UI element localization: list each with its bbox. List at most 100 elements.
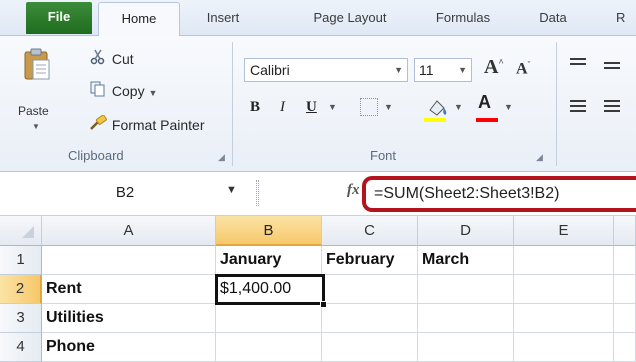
align-left-icon[interactable] xyxy=(570,100,586,115)
column-header-e[interactable]: E xyxy=(514,216,614,246)
formula-bar: B2 ▼ fx =SUM(Sheet2:Sheet3!B2) xyxy=(0,172,636,216)
chevron-down-icon[interactable]: ▼ xyxy=(454,94,463,120)
italic-button[interactable]: I xyxy=(280,94,285,120)
paste-button[interactable]: Paste ▼ xyxy=(14,44,60,136)
tab-data[interactable]: Data xyxy=(533,2,573,36)
formula-bar-splitter[interactable] xyxy=(256,180,259,206)
grow-font-glyph: A xyxy=(484,56,499,78)
tab-page-layout[interactable]: Page Layout xyxy=(300,2,400,36)
bold-button[interactable]: B xyxy=(250,94,260,120)
cut-button[interactable]: Cut xyxy=(88,48,134,70)
font-size-value: 11 xyxy=(419,62,434,78)
chevron-down-icon: ▼ xyxy=(458,65,467,75)
group-divider xyxy=(232,42,233,166)
cell-b3[interactable] xyxy=(216,304,322,333)
shrink-font-glyph: A xyxy=(516,60,528,78)
column-header-c[interactable]: C xyxy=(322,216,418,246)
cell-f2[interactable] xyxy=(614,275,636,304)
copy-label: Copy xyxy=(111,83,145,99)
column-header-f[interactable] xyxy=(614,216,636,246)
cell-d3[interactable] xyxy=(418,304,514,333)
shrink-font-button[interactable]: Aˇ xyxy=(516,60,530,78)
ribbon-home: Paste ▼ Cut Copy ▼ Format Painter Clipbo… xyxy=(0,36,636,172)
chevron-down-icon[interactable]: ▼ xyxy=(32,122,40,131)
paste-label: Paste xyxy=(18,104,49,118)
column-header-b[interactable]: B xyxy=(216,216,322,246)
cell-d1[interactable]: March xyxy=(418,246,514,275)
cell-c1[interactable]: February xyxy=(322,246,418,275)
cell-a2[interactable]: Rent xyxy=(42,275,216,304)
cell-e4[interactable] xyxy=(514,333,614,362)
cut-label: Cut xyxy=(111,51,134,67)
row-header-2[interactable]: 2 xyxy=(0,275,42,304)
copy-button[interactable]: Copy ▼ xyxy=(88,80,157,102)
row-header-4[interactable]: 4 xyxy=(0,333,42,362)
group-divider xyxy=(556,42,557,166)
fill-color-icon[interactable] xyxy=(424,96,450,120)
cell-b4[interactable] xyxy=(216,333,322,362)
chevron-down-icon[interactable]: ▼ xyxy=(328,94,337,120)
ribbon-tab-bar: File Home Insert Page Layout Formulas Da… xyxy=(0,0,636,37)
font-color-swatch xyxy=(476,118,498,122)
cell-f3[interactable] xyxy=(614,304,636,333)
font-name-value: Calibri xyxy=(250,62,290,78)
align-center-icon[interactable] xyxy=(604,100,620,115)
worksheet-grid: A B C D E 1 2 3 4 January February March… xyxy=(0,216,636,362)
select-all-icon xyxy=(22,226,34,238)
active-cell-b2[interactable]: $1,400.00 xyxy=(215,274,325,305)
fill-handle[interactable] xyxy=(320,301,327,308)
row-header-3[interactable]: 3 xyxy=(0,304,42,333)
tab-file[interactable]: File xyxy=(26,2,92,34)
copy-icon xyxy=(88,81,108,103)
column-header-a[interactable]: A xyxy=(42,216,216,246)
name-box-value: B2 xyxy=(115,184,135,201)
cell-a1[interactable] xyxy=(42,246,216,275)
align-middle-icon[interactable] xyxy=(604,62,620,72)
clipboard-launcher-icon[interactable]: ◢ xyxy=(218,152,225,163)
cell-a3[interactable]: Utilities xyxy=(42,304,216,333)
cell-b1[interactable]: January xyxy=(216,246,322,275)
font-launcher-icon[interactable]: ◢ xyxy=(536,152,543,163)
cut-icon xyxy=(88,49,108,71)
chevron-down-icon: ▼ xyxy=(394,65,403,75)
cell-e1[interactable] xyxy=(514,246,614,275)
chevron-down-icon[interactable]: ▼ xyxy=(504,94,513,120)
formula-input[interactable]: =SUM(Sheet2:Sheet3!B2) xyxy=(362,176,636,212)
align-top-icon[interactable] xyxy=(570,58,586,68)
name-box[interactable]: B2 ▼ xyxy=(0,178,250,210)
underline-button[interactable]: U xyxy=(306,94,317,120)
cell-c3[interactable] xyxy=(322,304,418,333)
cell-a4[interactable]: Phone xyxy=(42,333,216,362)
tab-home[interactable]: Home xyxy=(98,2,180,37)
cell-d4[interactable] xyxy=(418,333,514,362)
font-group-label: Font xyxy=(370,148,397,163)
cell-e2[interactable] xyxy=(514,275,614,304)
fx-icon[interactable]: fx xyxy=(347,182,360,199)
clipboard-group-label: Clipboard xyxy=(68,148,124,163)
cell-c4[interactable] xyxy=(322,333,418,362)
chevron-down-icon[interactable]: ▼ xyxy=(384,94,393,120)
font-color-button[interactable]: A xyxy=(478,92,491,113)
column-header-d[interactable]: D xyxy=(418,216,514,246)
tab-insert[interactable]: Insert xyxy=(193,2,253,36)
chevron-down-icon[interactable]: ▼ xyxy=(148,88,157,98)
fill-color-swatch xyxy=(424,118,446,122)
font-name-select[interactable]: Calibri ▼ xyxy=(244,58,408,82)
cell-c2[interactable] xyxy=(322,275,418,304)
font-size-select[interactable]: 11 ▼ xyxy=(414,58,472,82)
paste-icon xyxy=(24,48,50,80)
borders-icon[interactable] xyxy=(360,98,378,116)
tab-formulas[interactable]: Formulas xyxy=(428,2,498,36)
cell-d2[interactable] xyxy=(418,275,514,304)
chevron-down-icon[interactable]: ▼ xyxy=(226,184,237,196)
format-painter-icon xyxy=(88,114,108,137)
row-header-1[interactable]: 1 xyxy=(0,246,42,275)
grow-font-button[interactable]: A^ xyxy=(484,56,504,79)
cell-f1[interactable] xyxy=(614,246,636,275)
cell-f4[interactable] xyxy=(614,333,636,362)
format-painter-button[interactable]: Format Painter xyxy=(88,114,204,136)
tab-review[interactable]: R xyxy=(616,2,636,36)
select-all-corner[interactable] xyxy=(0,216,42,246)
format-painter-label: Format Painter xyxy=(111,117,205,133)
cell-e3[interactable] xyxy=(514,304,614,333)
